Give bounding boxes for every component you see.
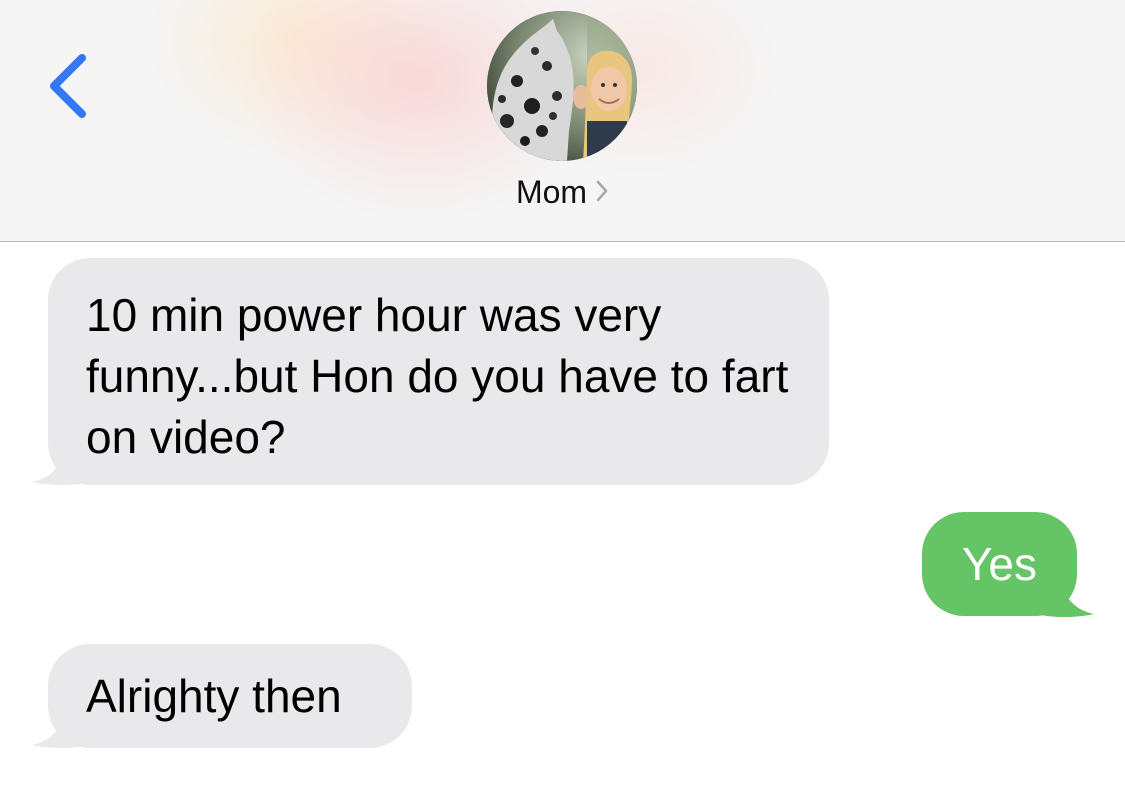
conversation-header: Mom	[0, 0, 1125, 242]
message-bubble-incoming[interactable]: Alrighty then	[48, 644, 412, 748]
message-text: Yes	[961, 538, 1038, 590]
chevron-left-icon	[50, 54, 86, 118]
back-button[interactable]	[40, 48, 100, 128]
message-text: Alrighty then	[86, 670, 342, 722]
message-bubble-incoming[interactable]: 10 min power hour was very funny...but H…	[48, 258, 829, 485]
avatar-photo	[487, 11, 637, 161]
message-bubble-outgoing[interactable]: Yes	[922, 512, 1077, 616]
contact-name-button[interactable]: Mom	[0, 174, 1125, 211]
message-text: 10 min power hour was very funny...but H…	[86, 289, 789, 463]
chevron-right-icon	[595, 174, 609, 211]
contact-name: Mom	[515, 174, 588, 210]
contact-avatar[interactable]	[487, 11, 637, 161]
